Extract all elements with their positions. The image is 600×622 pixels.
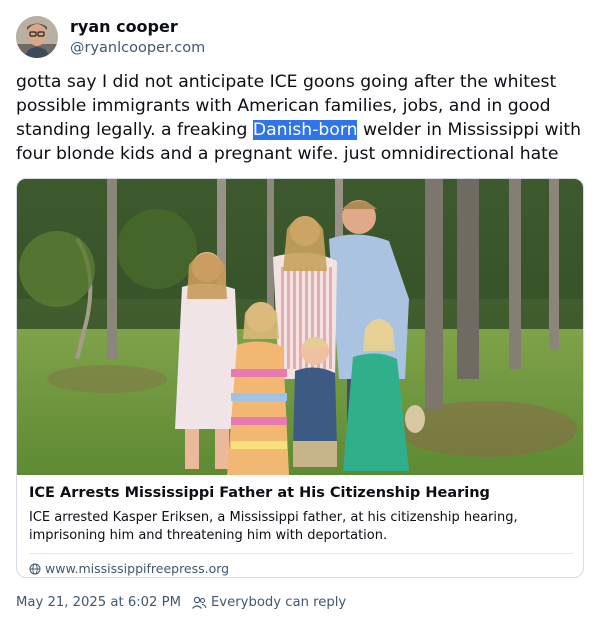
link-card-domain: www.mississippifreepress.org	[45, 561, 230, 576]
reply-setting[interactable]: Everybody can reply	[211, 595, 346, 610]
link-card[interactable]: ICE Arrests Mississippi Father at His Ci…	[16, 178, 584, 578]
author-handle[interactable]: @ryanlcooper.com	[70, 38, 205, 58]
author-names: ryan cooper @ryanlcooper.com	[70, 16, 205, 58]
avatar-photo	[16, 16, 58, 58]
link-card-image[interactable]	[17, 179, 583, 475]
avatar[interactable]	[16, 16, 58, 58]
author-display-name[interactable]: ryan cooper	[70, 16, 205, 38]
post-text-selection: Danish-born	[252, 120, 358, 140]
post-footer: May 21, 2025 at 6:02 PM Everybody can re…	[16, 595, 346, 610]
link-card-description: ICE arrested Kasper Eriksen, a Mississip…	[29, 510, 518, 543]
link-card-domain-row[interactable]: www.mississippifreepress.org	[29, 561, 573, 576]
post-header: ryan cooper @ryanlcooper.com	[16, 16, 205, 58]
post-text: gotta say I did not anticipate ICE goons…	[16, 70, 586, 166]
family-photo	[17, 179, 583, 475]
link-card-title[interactable]: ICE Arrests Mississippi Father at His Ci…	[29, 483, 573, 503]
link-card-divider	[29, 553, 573, 554]
people-icon	[192, 596, 207, 609]
globe-icon	[29, 563, 41, 574]
link-card-body: ICE Arrests Mississippi Father at His Ci…	[29, 483, 573, 576]
post-timestamp[interactable]: May 21, 2025 at 6:02 PM	[16, 595, 181, 610]
